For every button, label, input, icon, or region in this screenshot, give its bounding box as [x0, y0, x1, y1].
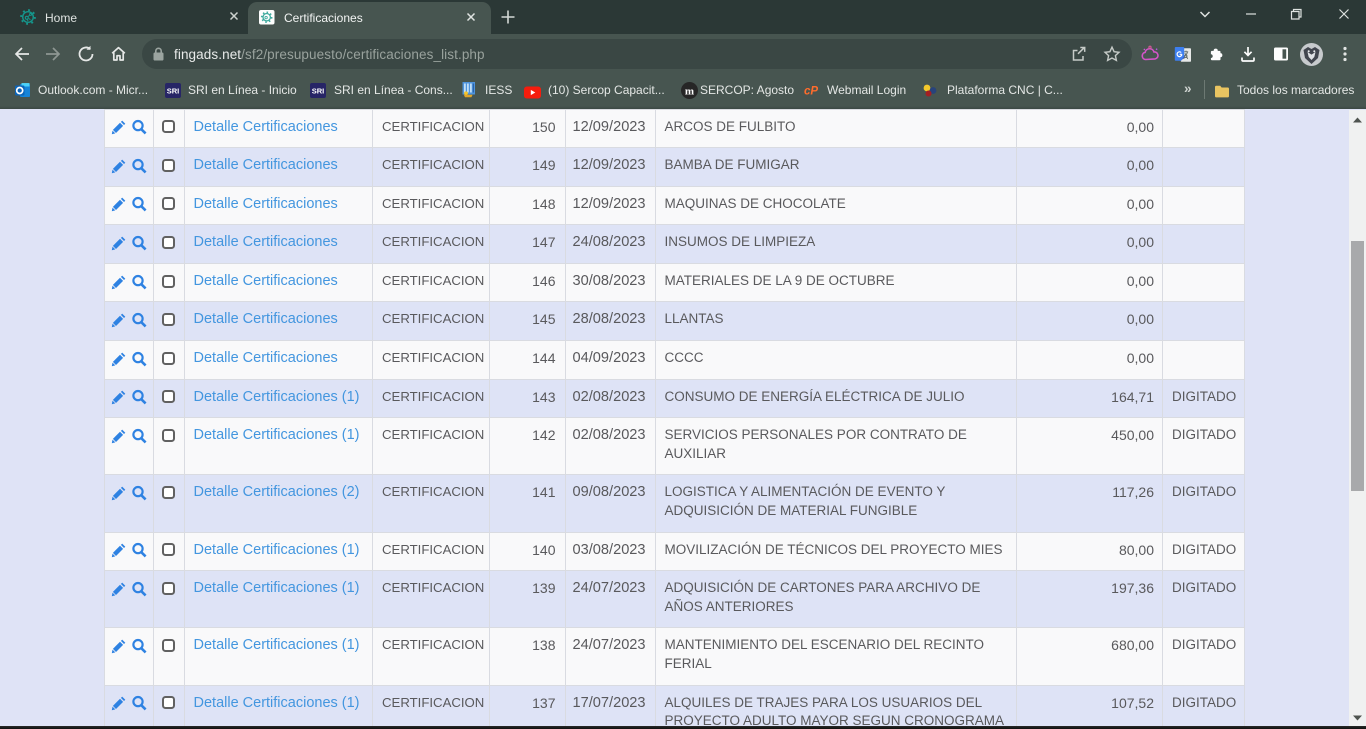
svg-text:m: m: [685, 85, 694, 97]
svg-text:SRI: SRI: [312, 87, 325, 96]
svg-text:SRI: SRI: [167, 87, 180, 96]
svg-text:cP: cP: [804, 86, 818, 98]
